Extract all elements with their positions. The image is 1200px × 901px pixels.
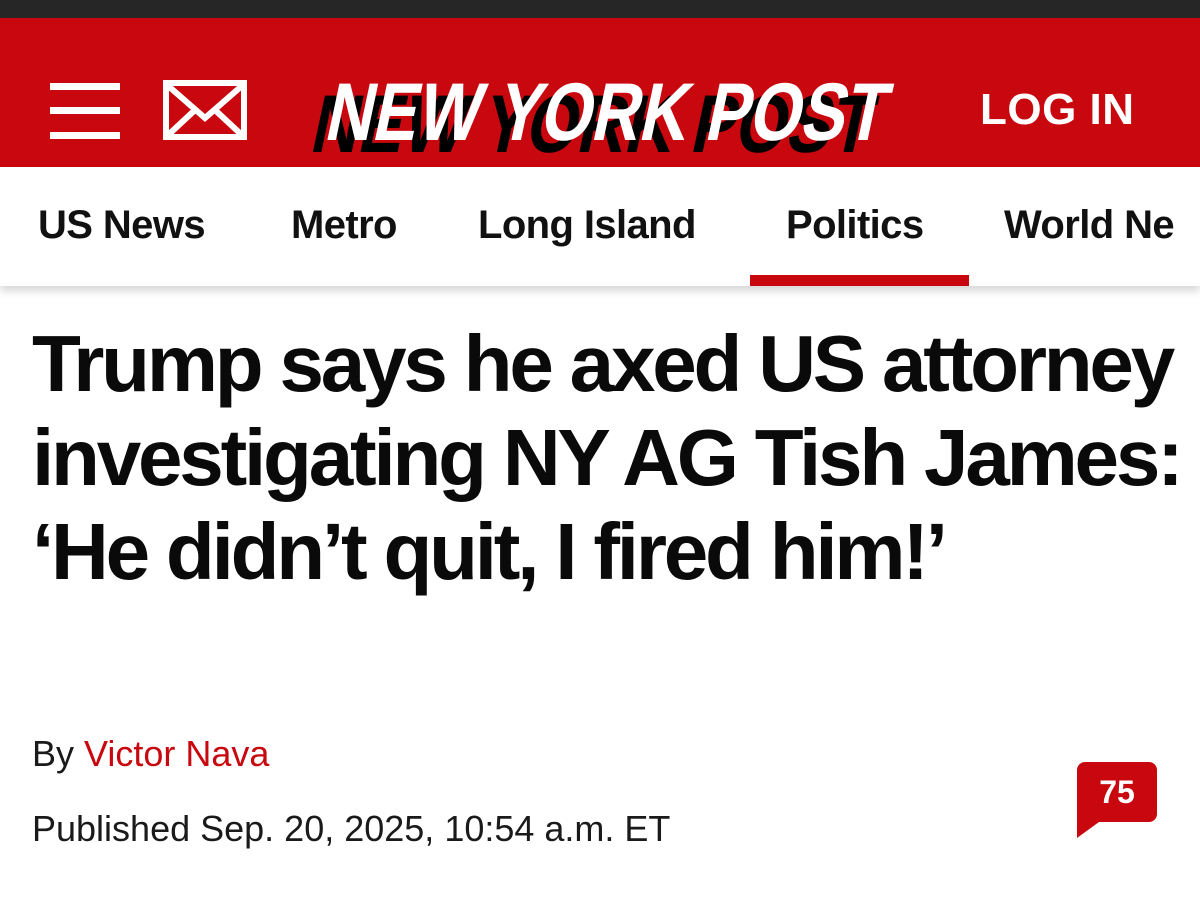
article-headline: Trump says he axed US attorney investiga… bbox=[32, 319, 1184, 596]
active-tab-indicator bbox=[750, 275, 969, 286]
nav-item-us-news[interactable]: US News bbox=[38, 203, 206, 248]
byline: By Victor Nava bbox=[32, 733, 269, 775]
nav-item-metro[interactable]: Metro bbox=[291, 203, 397, 248]
published-date: Published Sep. 20, 2025, 10:54 a.m. ET bbox=[32, 808, 671, 849]
logo-text: NEW YORK POST bbox=[319, 66, 899, 158]
login-button[interactable]: LOG IN bbox=[980, 82, 1135, 138]
hamburger-menu-icon[interactable] bbox=[50, 83, 120, 139]
byline-prefix: By bbox=[32, 733, 75, 774]
nav-item-world-news[interactable]: World Ne bbox=[1004, 203, 1175, 248]
nav-item-politics[interactable]: Politics bbox=[786, 203, 924, 248]
comment-count: 75 bbox=[1099, 774, 1135, 810]
comments-button[interactable]: 75 bbox=[1077, 762, 1157, 838]
section-nav: US News Metro Long Island Politics World… bbox=[0, 167, 1200, 286]
masthead: NEW YORK POST NEW YORK POST LOG IN bbox=[0, 18, 1200, 167]
author-link[interactable]: Victor Nava bbox=[84, 733, 269, 774]
nav-item-long-island[interactable]: Long Island bbox=[478, 203, 696, 248]
top-status-strip bbox=[0, 0, 1200, 18]
envelope-icon[interactable] bbox=[163, 80, 247, 140]
new-york-post-logo[interactable]: NEW YORK POST NEW YORK POST bbox=[296, 60, 906, 164]
